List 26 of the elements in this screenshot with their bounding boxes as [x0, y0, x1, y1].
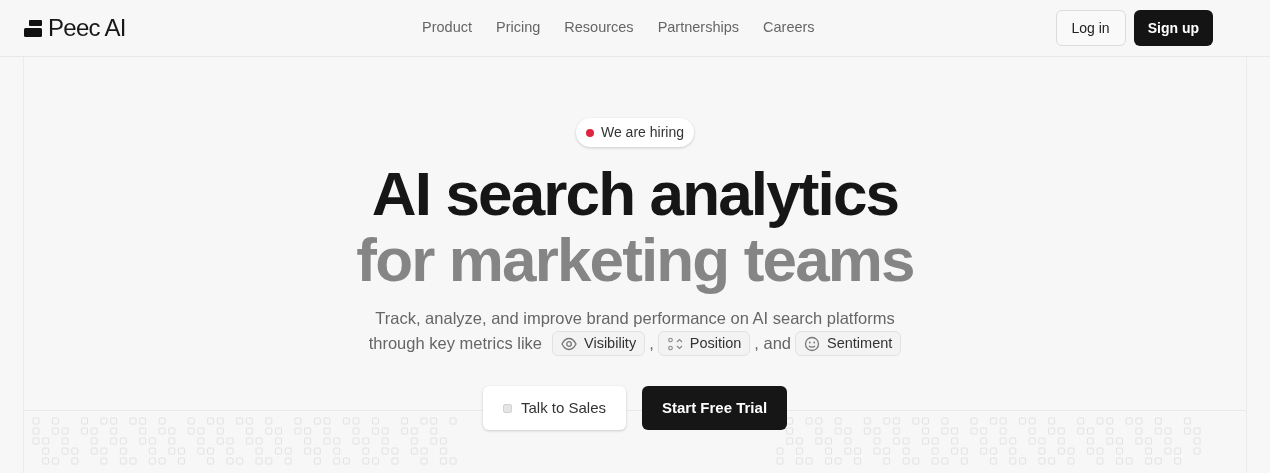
separator-text: , and [754, 333, 791, 355]
separator-text: , [649, 333, 654, 355]
metric-chip: Visibility [552, 331, 646, 356]
start-trial-button[interactable]: Start Free Trial [642, 386, 788, 430]
headline-subtitle: for marketing teams [356, 227, 914, 293]
eye-icon [561, 335, 577, 352]
nav-link[interactable]: Resources [564, 17, 634, 39]
metric-chip: Position [657, 331, 751, 356]
description-text: Track, analyze, and improve brand performance on AI search platforms [375, 308, 895, 329]
nav-link[interactable]: Product [422, 17, 472, 39]
nav-link[interactable]: Partnerships [657, 17, 740, 39]
metric-chip: Sentiment [795, 331, 902, 356]
talk-to-sales-button[interactable]: Talk to Sales [482, 386, 626, 430]
signup-button[interactable]: Sign up [1133, 10, 1213, 46]
hiring-badge[interactable]: We are hiring [576, 118, 694, 147]
nav-link[interactable]: Pricing [496, 17, 541, 39]
square-icon [502, 403, 512, 413]
position-icon [666, 335, 683, 352]
description-text: through key metrics like [368, 333, 542, 355]
logo-icon [24, 19, 42, 37]
nav-link[interactable]: Careers [763, 17, 815, 39]
login-button[interactable]: Log in [1055, 10, 1126, 46]
headline: AI search analytics [371, 161, 899, 227]
logo-text: Peec AI [48, 13, 126, 43]
smiley-icon [804, 335, 820, 352]
badge-text: We are hiring [601, 123, 684, 142]
